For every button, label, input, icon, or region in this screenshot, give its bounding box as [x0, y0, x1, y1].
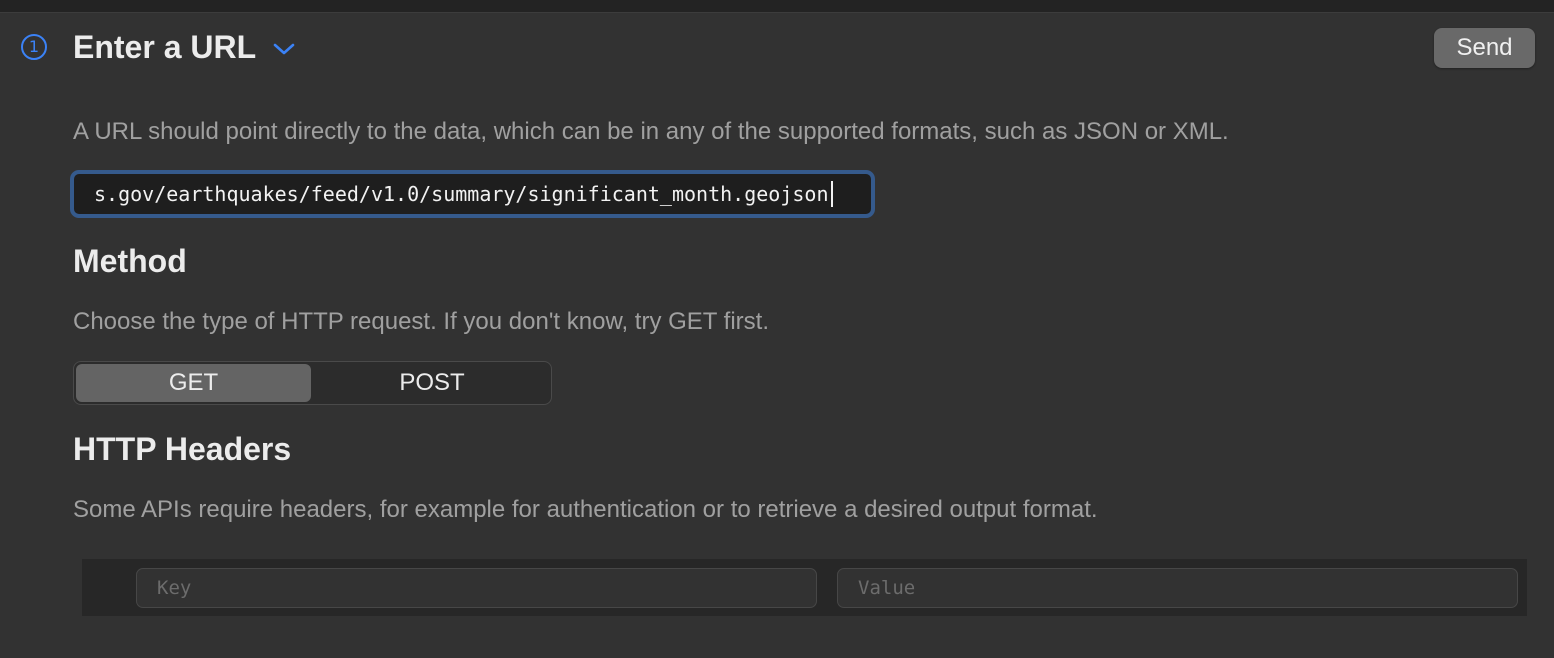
- step-number-badge: 1: [21, 34, 47, 60]
- window-top-bar: [0, 0, 1554, 13]
- header-value-input[interactable]: [837, 568, 1518, 608]
- text-caret: [830, 180, 833, 207]
- method-description: Choose the type of HTTP request. If you …: [73, 308, 770, 335]
- step-header: 1 Enter a URL Send: [0, 13, 1554, 83]
- headers-table: [82, 559, 1527, 616]
- step-title: Enter a URL: [73, 29, 257, 65]
- method-heading: Method: [73, 243, 187, 279]
- method-segmented-control: GET POST: [73, 361, 552, 405]
- header-key-input[interactable]: [136, 568, 817, 608]
- method-option-get[interactable]: GET: [76, 364, 311, 402]
- send-button[interactable]: Send: [1434, 28, 1535, 68]
- url-input[interactable]: s.gov/earthquakes/feed/v1.0/summary/sign…: [70, 170, 875, 218]
- chevron-down-icon[interactable]: [272, 41, 296, 57]
- http-headers-heading: HTTP Headers: [73, 431, 292, 467]
- url-input-value: s.gov/earthquakes/feed/v1.0/summary/sign…: [94, 182, 829, 206]
- url-description: A URL should point directly to the data,…: [73, 118, 1229, 145]
- method-option-post[interactable]: POST: [313, 362, 551, 404]
- http-headers-description: Some APIs require headers, for example f…: [73, 496, 1098, 523]
